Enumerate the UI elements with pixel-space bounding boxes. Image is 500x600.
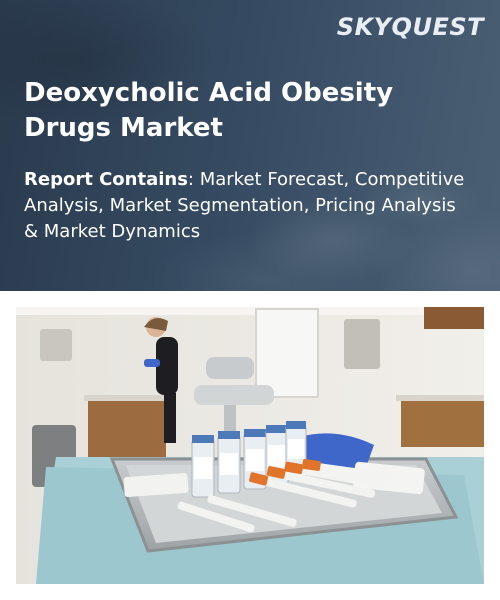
report-contains-label: Report Contains bbox=[24, 169, 188, 190]
skyquest-logo[interactable]: SKYQUEST bbox=[337, 13, 484, 41]
report-contains-separator: : bbox=[187, 169, 200, 190]
report-contains: Report Contains: Market Forecast, Compet… bbox=[24, 167, 474, 245]
clinic-photo-illustration bbox=[16, 307, 484, 584]
report-cover: SKYQUEST Deoxycholic Acid Obesity Drugs … bbox=[0, 0, 500, 600]
header-banner: SKYQUEST Deoxycholic Acid Obesity Drugs … bbox=[0, 0, 500, 291]
report-title: Deoxycholic Acid Obesity Drugs Market bbox=[24, 78, 394, 143]
cover-photo bbox=[16, 307, 484, 584]
